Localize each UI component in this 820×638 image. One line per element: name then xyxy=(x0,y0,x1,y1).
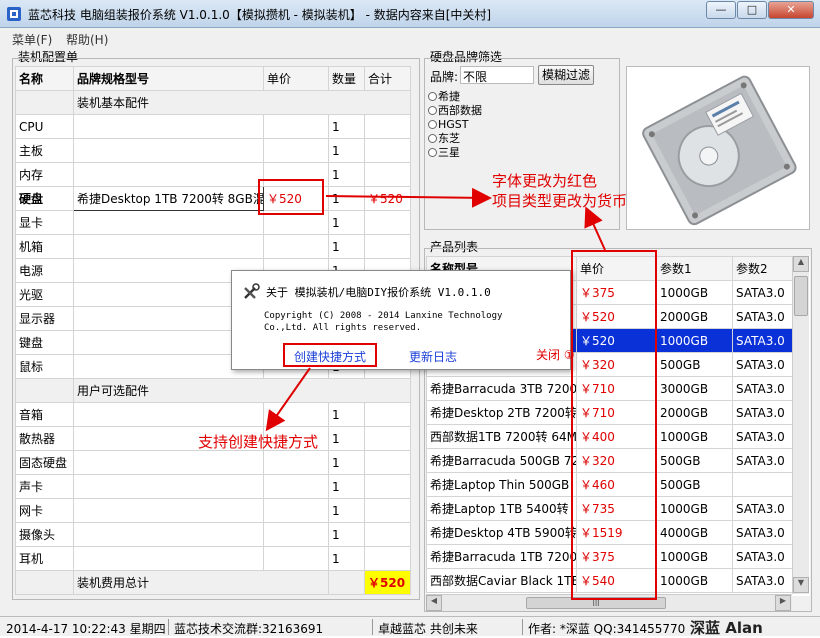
arrow-to-currency-note xyxy=(325,187,492,208)
status-slogan: 卓越蓝芯 共创未来 xyxy=(378,622,478,636)
status-divider xyxy=(168,619,169,635)
status-datetime: 2014-4-17 10:22:43 星期四 xyxy=(6,622,166,636)
watermark: 深蓝 Alan xyxy=(690,619,763,637)
arrow-to-shortcut-note xyxy=(265,367,311,432)
annotation-arrows xyxy=(265,187,606,432)
annotation-shortcut: 支持创建快捷方式 xyxy=(198,433,319,451)
arrow-to-font-note xyxy=(584,206,606,251)
annotation-font-red: 字体更改为红色 xyxy=(492,172,598,190)
status-author: 作者: *深蓝 QQ:341455770 xyxy=(528,622,686,636)
status-qq-group: 蓝芯技术交流群:32163691 xyxy=(174,622,324,636)
status-bar: 2014-4-17 10:22:43 星期四 蓝芯技术交流群:32163691 … xyxy=(0,616,820,637)
status-divider xyxy=(522,619,523,635)
status-divider xyxy=(372,619,373,635)
annotation-currency: 项目类型更改为货币 xyxy=(492,192,628,210)
